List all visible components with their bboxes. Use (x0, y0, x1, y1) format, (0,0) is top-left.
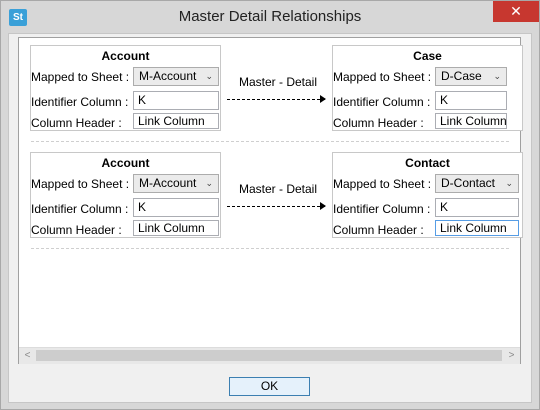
chevron-down-icon: ⌄ (493, 71, 501, 81)
header-label: Column Header : (31, 116, 122, 130)
chevron-down-icon: ⌄ (205, 178, 213, 188)
chevron-down-icon: ⌄ (505, 178, 513, 188)
detail-header-input-1[interactable]: Link Column (435, 113, 507, 129)
separator (31, 141, 509, 142)
master-detail-label-2: Master - Detail (238, 182, 318, 196)
identifier-label: Identifier Column : (333, 202, 431, 216)
horizontal-scrollbar[interactable]: < > (19, 347, 520, 364)
scroll-right-icon[interactable]: > (503, 348, 520, 364)
master-header-input-1[interactable]: Link Column (133, 113, 219, 129)
header-label: Column Header : (333, 116, 424, 130)
mapped-label: Mapped to Sheet : (31, 177, 130, 191)
detail-sheet-combo-2[interactable]: D-Contact ⌄ (435, 174, 519, 193)
header-label: Column Header : (333, 223, 424, 237)
detail-identifier-input-1[interactable]: K (435, 91, 507, 110)
ok-button[interactable]: OK (229, 377, 310, 396)
detail-title-2: Contact (405, 156, 450, 170)
identifier-label: Identifier Column : (31, 95, 129, 109)
scrollbar-thumb[interactable] (36, 350, 502, 361)
header-label: Column Header : (31, 223, 122, 237)
mapped-label: Mapped to Sheet : (31, 70, 130, 84)
identifier-label: Identifier Column : (333, 95, 431, 109)
master-sheet-combo-1[interactable]: M-Account ⌄ (133, 67, 219, 86)
separator (31, 248, 509, 249)
window-title: Master Detail Relationships (178, 8, 362, 25)
scroll-left-icon[interactable]: < (19, 348, 36, 364)
master-group-2: Account Mapped to Sheet : M-Account ⌄ Id… (30, 152, 221, 238)
relationships-panel: Account Mapped to Sheet : M-Account ⌄ Id… (18, 37, 523, 364)
title-bar: St Master Detail Relationships ✕ (1, 1, 539, 33)
master-detail-label-1: Master - Detail (238, 75, 318, 89)
detail-identifier-input-2[interactable]: K (435, 198, 519, 217)
detail-group-2: Contact Mapped to Sheet : D-Contact ⌄ Id… (332, 152, 523, 238)
detail-group-1: Case Mapped to Sheet : D-Case ⌄ Identifi… (332, 45, 523, 131)
master-title-1: Account (101, 49, 150, 63)
mapped-label: Mapped to Sheet : (333, 70, 432, 84)
combo-value: D-Contact (441, 176, 496, 190)
master-identifier-input-2[interactable]: K (133, 198, 219, 217)
identifier-label: Identifier Column : (31, 202, 129, 216)
detail-sheet-combo-1[interactable]: D-Case ⌄ (435, 67, 507, 86)
combo-value: D-Case (441, 69, 482, 83)
combo-value: M-Account (139, 176, 197, 190)
master-identifier-input-1[interactable]: K (133, 91, 219, 110)
arrow-right-icon (227, 202, 326, 214)
master-title-2: Account (101, 156, 150, 170)
combo-value: M-Account (139, 69, 197, 83)
arrow-right-icon (227, 95, 326, 107)
detail-header-input-2[interactable]: Link Column (435, 220, 519, 236)
master-sheet-combo-2[interactable]: M-Account ⌄ (133, 174, 219, 193)
chevron-down-icon: ⌄ (205, 71, 213, 81)
master-group-1: Account Mapped to Sheet : M-Account ⌄ Id… (30, 45, 221, 131)
mapped-label: Mapped to Sheet : (333, 177, 432, 191)
detail-title-1: Case (413, 49, 442, 63)
close-button[interactable]: ✕ (493, 1, 539, 22)
master-header-input-2[interactable]: Link Column (133, 220, 219, 236)
